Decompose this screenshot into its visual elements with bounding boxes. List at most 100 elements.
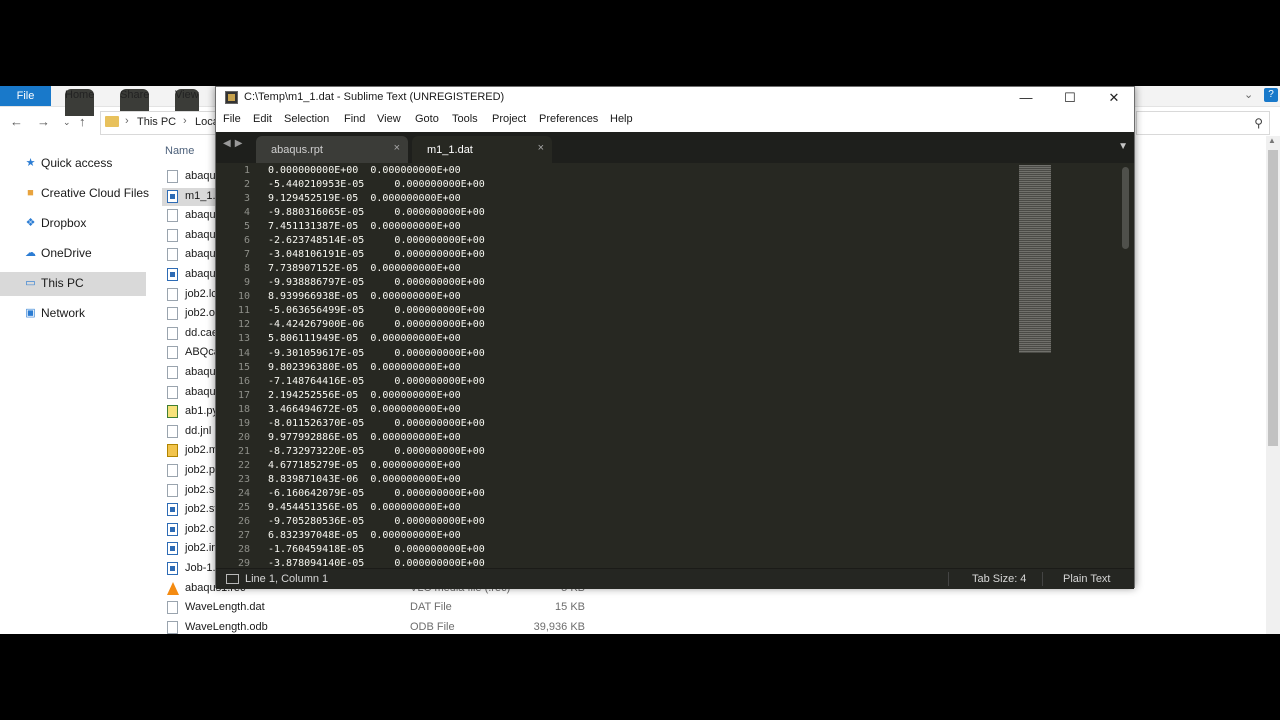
address-bar[interactable]: › This PC › Loca [100, 111, 222, 135]
scroll-up-icon[interactable]: ▲ [1268, 136, 1276, 145]
editor-line[interactable]: 4 -9.880316065E-05 0.000000000E+00 [216, 207, 1116, 221]
nav-this-pc[interactable]: ▭ This PC [0, 272, 146, 296]
maximize-icon[interactable]: ☐ [1048, 87, 1092, 108]
editor-line[interactable]: 28 -1.760459418E-05 0.000000000E+00 [216, 544, 1116, 558]
nav-onedrive[interactable]: ☁ OneDrive [0, 242, 146, 266]
editor-line[interactable]: 21 -8.732973220E-05 0.000000000E+00 [216, 446, 1116, 460]
editor-line[interactable]: 20 9.977992886E-05 0.000000000E+00 [216, 432, 1116, 446]
menu-view[interactable]: View [377, 113, 401, 125]
editor-line[interactable]: 22 4.677185279E-05 0.000000000E+00 [216, 460, 1116, 474]
editor-line[interactable]: 16 -7.148764416E-05 0.000000000E+00 [216, 376, 1116, 390]
minimize-icon[interactable]: — [1004, 87, 1048, 108]
syntax-selector[interactable]: Plain Text [1063, 573, 1111, 585]
menu-preferences[interactable]: Preferences [539, 113, 598, 125]
ribbon-expand-icon[interactable]: ⌄ [1244, 88, 1253, 101]
back-icon[interactable]: ← [10, 114, 23, 129]
menu-help[interactable]: Help [610, 113, 633, 125]
editor-line[interactable]: 23 8.839871043E-06 0.000000000E+00 [216, 474, 1116, 488]
editor-line[interactable]: 17 2.194252556E-05 0.000000000E+00 [216, 390, 1116, 404]
editor-line[interactable]: 11 -5.063656499E-05 0.000000000E+00 [216, 305, 1116, 319]
document-icon [167, 542, 178, 556]
line-number: 21 [237, 445, 250, 457]
nav-label: Quick access [41, 156, 113, 170]
line-text: 8.939966938E-05 0.000000000E+00 [268, 291, 461, 303]
menu-edit[interactable]: Edit [253, 113, 272, 125]
panel-toggle-icon[interactable] [226, 574, 239, 584]
editor-scrollbar-thumb[interactable] [1122, 167, 1129, 249]
forward-icon[interactable]: → [37, 114, 50, 129]
status-divider [1042, 572, 1043, 586]
document-icon [167, 483, 178, 497]
file-name: abaqu [185, 385, 216, 398]
editor-line[interactable]: 25 9.454451356E-05 0.000000000E+00 [216, 502, 1116, 516]
nav-dropbox[interactable]: ❖ Dropbox [0, 212, 146, 236]
editor-line[interactable]: 18 3.466494672E-05 0.000000000E+00 [216, 404, 1116, 418]
menu-find[interactable]: Find [344, 113, 365, 125]
editor-line[interactable]: 27 6.832397048E-05 0.000000000E+00 [216, 530, 1116, 544]
editor-line[interactable]: 8 7.738907152E-05 0.000000000E+00 [216, 263, 1116, 277]
editor-line[interactable]: 14 -9.301059617E-05 0.000000000E+00 [216, 348, 1116, 362]
document-icon [167, 464, 178, 477]
line-text: 9.129452519E-05 0.000000000E+00 [268, 193, 461, 205]
nav-label: Creative Cloud Files [41, 186, 150, 200]
editor-line[interactable]: 9 -9.938886797E-05 0.000000000E+00 [216, 277, 1116, 291]
menu-bar: File Edit Selection Find View Goto Tools… [216, 108, 1134, 132]
search-input[interactable]: ⚲ [1136, 111, 1270, 135]
close-icon[interactable]: ✕ [1092, 87, 1136, 108]
editor-line[interactable]: 6 -2.623748514E-05 0.000000000E+00 [216, 235, 1116, 249]
file-name: WaveLength.odb [185, 620, 268, 633]
document-icon [167, 287, 178, 301]
line-text: 8.839871043E-06 0.000000000E+00 [268, 473, 461, 485]
editor-area[interactable]: 1 0.000000000E+00 0.000000000E+00 2 -5.4402… [216, 163, 1134, 568]
document-icon [167, 601, 178, 615]
line-text: -5.440210953E-05 0.000000000E+00 [268, 179, 485, 191]
menu-goto[interactable]: Goto [415, 113, 439, 125]
recent-locations-icon[interactable]: ⌄ [63, 117, 71, 128]
editor-line[interactable]: 13 5.806111949E-05 0.000000000E+00 [216, 333, 1116, 347]
title-bar[interactable]: C:\Temp\m1_1.dat - Sublime Text (UNREGIS… [216, 87, 1134, 108]
help-icon[interactable]: ? [1264, 88, 1278, 102]
editor-line[interactable]: 7 -3.048106191E-05 0.000000000E+00 [216, 249, 1116, 263]
nav-quick-access[interactable]: ★ Quick access [0, 152, 146, 176]
editor-line[interactable]: 26 -9.705280536E-05 0.000000000E+00 [216, 516, 1116, 530]
editor-line[interactable]: 15 9.802396380E-05 0.000000000E+00 [216, 362, 1116, 376]
explorer-scrollbar[interactable]: ▲ [1266, 136, 1280, 634]
file-name: WaveLength.dat [185, 601, 265, 614]
editor-line[interactable]: 3 9.129452519E-05 0.000000000E+00 [216, 193, 1116, 207]
editor-line[interactable]: 1 0.000000000E+00 0.000000000E+00 [216, 165, 1116, 179]
file-row[interactable]: WaveLength.dat DAT File 15 KB [162, 599, 622, 617]
tab-close-icon[interactable]: × [394, 142, 400, 154]
editor-line[interactable]: 12 -4.424267900E-06 0.000000000E+00 [216, 319, 1116, 333]
file-row[interactable]: WaveLength.odb ODB File 39,936 KB [162, 619, 622, 634]
up-icon[interactable]: ↑ [79, 114, 86, 129]
tab-m1-1-dat[interactable]: m1_1.dat × [412, 136, 552, 163]
nav-network[interactable]: ▣ Network [0, 302, 146, 326]
menu-tools[interactable]: Tools [452, 113, 478, 125]
editor-line[interactable]: 19 -8.011526370E-05 0.000000000E+00 [216, 418, 1116, 432]
line-number: 12 [237, 319, 250, 331]
menu-project[interactable]: Project [492, 113, 526, 125]
breadcrumb-this-pc[interactable]: This PC [137, 116, 176, 128]
minimap-viewport[interactable] [1019, 165, 1051, 353]
file-name: job2.c [185, 522, 215, 535]
ribbon-file-tab[interactable]: File [0, 86, 51, 106]
editor-line[interactable]: 24 -6.160642079E-05 0.000000000E+00 [216, 488, 1116, 502]
editor-line[interactable]: 10 8.939966938E-05 0.000000000E+00 [216, 291, 1116, 305]
menu-selection[interactable]: Selection [284, 113, 329, 125]
editor-line[interactable]: 2 -5.440210953E-05 0.000000000E+00 [216, 179, 1116, 193]
column-header-name[interactable]: Name [165, 145, 194, 157]
file-row[interactable]: m1_1. [162, 187, 216, 206]
tab-size-selector[interactable]: Tab Size: 4 [972, 573, 1026, 585]
scrollbar-thumb[interactable] [1268, 150, 1278, 446]
file-size: 39,936 KB [533, 620, 585, 633]
tab-scroll-arrows-icon[interactable]: ◀▶ [223, 138, 246, 149]
editor-line[interactable]: 5 7.451131387E-05 0.000000000E+00 [216, 221, 1116, 235]
tab-list-dropdown-icon[interactable]: ▼ [1118, 141, 1128, 152]
line-text: 7.451131387E-05 0.000000000E+00 [268, 221, 461, 233]
tab-abaqus-rpt[interactable]: abaqus.rpt × [256, 136, 408, 163]
editor-line[interactable]: 29 -3.878094140E-05 0.000000000E+00 [216, 558, 1116, 568]
file-name: m1_1. [185, 189, 216, 202]
nav-creative-cloud-files[interactable]: ■ Creative Cloud Files [0, 182, 150, 206]
menu-file[interactable]: File [223, 113, 241, 125]
tab-close-icon[interactable]: × [538, 142, 544, 154]
